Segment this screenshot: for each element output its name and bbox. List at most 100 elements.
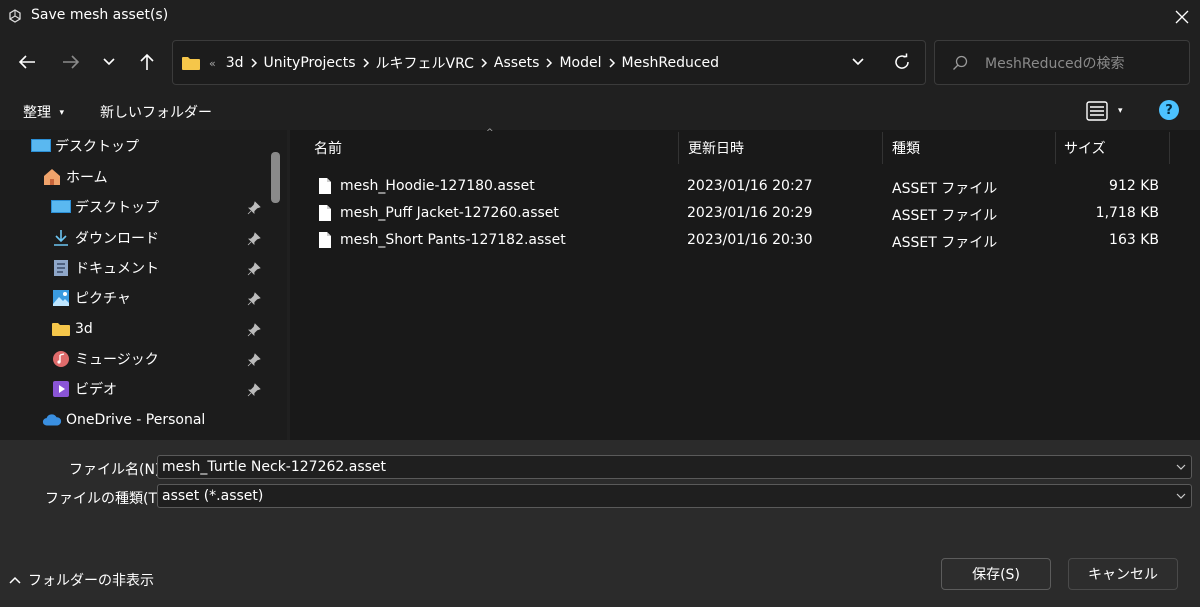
breadcrumb-item[interactable]: Model [559, 55, 601, 71]
view-options-button[interactable]: ▾ [1086, 100, 1128, 122]
breadcrumb-item[interactable]: Assets [494, 55, 540, 71]
chevron-down-icon [103, 58, 115, 66]
desktop-icon [51, 197, 71, 217]
sidebar-item-desktop-root[interactable]: デスクトップ [31, 133, 139, 159]
music-icon [51, 349, 71, 369]
sidebar-item-label: デスクトップ [55, 139, 139, 155]
file-size: 1,718 KB [1095, 205, 1159, 221]
breadcrumb-item[interactable]: 3d [226, 55, 244, 71]
hide-folders-label: フォルダーの非表示 [28, 573, 154, 589]
file-icon [319, 232, 331, 248]
refresh-button[interactable] [886, 46, 918, 78]
refresh-icon [895, 53, 909, 69]
chevron-right-icon[interactable] [539, 57, 559, 69]
sidebar-item-label: ピクチャ [75, 291, 131, 307]
sidebar-item-label: ドキュメント [75, 261, 159, 277]
table-row[interactable]: mesh_Puff Jacket-127260.asset 2023/01/16… [305, 201, 1175, 227]
search-placeholder[interactable]: MeshReducedの検索 [985, 53, 1125, 73]
file-date: 2023/01/16 20:29 [687, 205, 813, 221]
chevron-right-icon[interactable] [474, 57, 494, 69]
pin-icon[interactable] [246, 200, 262, 216]
column-header-size[interactable]: サイズ [1064, 138, 1106, 158]
desktop-icon [31, 136, 51, 156]
chevron-right-icon[interactable] [244, 57, 264, 69]
sidebar-item-music[interactable]: ミュージック [51, 346, 159, 372]
filetype-label: ファイルの種類(T): [45, 491, 168, 507]
chevron-right-icon[interactable] [602, 57, 622, 69]
column-divider[interactable] [882, 132, 883, 164]
sidebar-item-home[interactable]: ホーム [42, 164, 108, 190]
pin-icon[interactable] [246, 261, 262, 277]
chevron-down-icon[interactable] [1176, 464, 1186, 471]
file-name: mesh_Hoodie-127180.asset [340, 178, 535, 194]
cancel-button[interactable]: キャンセル [1068, 558, 1178, 590]
forward-button[interactable] [55, 46, 87, 78]
details-view-icon [1086, 101, 1108, 121]
column-header-type[interactable]: 種類 [892, 138, 920, 158]
document-icon [51, 258, 71, 278]
new-folder-button[interactable]: 新しいフォルダー [100, 102, 212, 122]
chevron-down-icon [852, 58, 864, 66]
pin-icon[interactable] [246, 352, 262, 368]
help-icon[interactable]: ? [1159, 100, 1179, 120]
pin-icon[interactable] [246, 382, 262, 398]
column-header-name[interactable]: 名前 [314, 138, 342, 158]
navigation-pane: デスクトップ ホーム デスクトップ ダウンロード ドキュメント ピクチャ 3d … [0, 130, 287, 440]
filetype-select[interactable] [157, 484, 1192, 508]
sidebar-item-pictures[interactable]: ピクチャ [51, 285, 131, 311]
sidebar-item-label: デスクトップ [75, 200, 159, 216]
sidebar-item-label: 3d [75, 321, 93, 337]
file-icon [319, 205, 331, 221]
close-button[interactable] [1164, 0, 1200, 33]
breadcrumb-item-current[interactable]: MeshReduced [622, 55, 720, 71]
file-type: ASSET ファイル [892, 208, 998, 224]
file-date: 2023/01/16 20:30 [687, 232, 813, 248]
breadcrumb-overflow[interactable]: « [209, 57, 216, 70]
table-row[interactable]: mesh_Hoodie-127180.asset 2023/01/16 20:2… [305, 174, 1175, 200]
sidebar-item-onedrive[interactable]: OneDrive - Personal [42, 407, 205, 433]
up-button[interactable] [131, 46, 163, 78]
pictures-icon [51, 288, 71, 308]
pin-icon[interactable] [246, 291, 262, 307]
breadcrumb-item[interactable]: ルキフェルVRC [376, 53, 474, 73]
file-size: 912 KB [1109, 178, 1159, 194]
arrow-up-icon [140, 53, 154, 70]
filetype-value[interactable]: asset (*.asset) [162, 488, 263, 504]
column-divider[interactable] [678, 132, 679, 164]
back-button[interactable] [11, 46, 43, 78]
sidebar-item-3d[interactable]: 3d [51, 316, 93, 342]
pin-icon[interactable] [246, 231, 262, 247]
sidebar-item-videos[interactable]: ビデオ [51, 376, 117, 402]
sidebar-item-desktop[interactable]: デスクトップ [51, 194, 159, 220]
download-icon [51, 228, 71, 248]
sidebar-item-label: ホーム [66, 170, 108, 186]
sidebar-item-documents[interactable]: ドキュメント [51, 255, 159, 281]
file-size: 163 KB [1109, 232, 1159, 248]
file-date: 2023/01/16 20:27 [687, 178, 813, 194]
column-divider[interactable] [1055, 132, 1056, 164]
column-divider[interactable] [1169, 132, 1170, 164]
address-history-button[interactable] [842, 46, 874, 78]
column-header-date[interactable]: 更新日時 [688, 138, 744, 158]
window-title: Save mesh asset(s) [31, 7, 169, 23]
folder-icon [51, 319, 71, 339]
hide-folders-toggle[interactable]: フォルダーの非表示 [9, 570, 154, 590]
breadcrumb-item[interactable]: UnityProjects [264, 55, 356, 71]
pin-icon[interactable] [246, 322, 262, 338]
organize-menu[interactable]: 整理 ▾ [23, 102, 64, 122]
chevron-right-icon[interactable] [356, 57, 376, 69]
chevron-down-icon[interactable] [1176, 493, 1186, 500]
sidebar-scrollbar[interactable] [271, 152, 280, 203]
table-row[interactable]: mesh_Short Pants-127182.asset 2023/01/16… [305, 228, 1175, 254]
file-icon [319, 178, 331, 194]
chevron-down-icon: ▾ [1118, 106, 1123, 116]
filename-value[interactable]: mesh_Turtle Neck-127262.asset [162, 459, 386, 475]
sidebar-item-downloads[interactable]: ダウンロード [51, 225, 159, 251]
search-icon [953, 55, 968, 70]
file-type: ASSET ファイル [892, 181, 998, 197]
recent-locations-button[interactable] [93, 46, 125, 78]
file-type: ASSET ファイル [892, 235, 998, 251]
home-icon [42, 167, 62, 187]
save-button[interactable]: 保存(S) [941, 558, 1051, 590]
chevron-down-icon: ▾ [59, 108, 64, 118]
